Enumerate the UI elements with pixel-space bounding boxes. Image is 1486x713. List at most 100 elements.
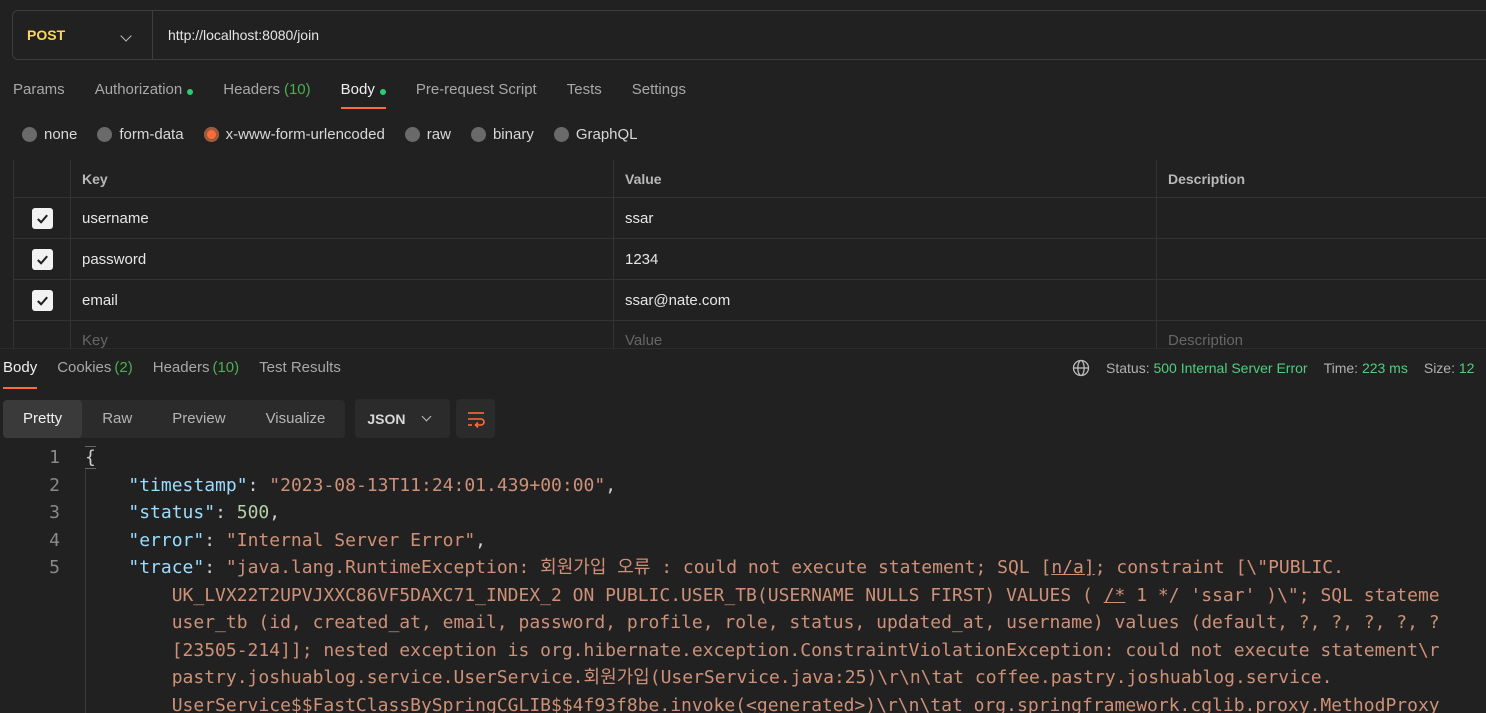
tab-body[interactable]: Body <box>340 78 387 109</box>
wrap-lines-button[interactable] <box>456 399 496 438</box>
radio-circle-icon <box>470 127 486 142</box>
code-line: 2 "timestamp": "2023-08-13T11:24:01.439+… <box>0 472 1486 500</box>
radio-raw[interactable]: raw <box>404 126 451 143</box>
tab-headers[interactable]: Headers (10) <box>223 78 310 109</box>
response-tab-cookies[interactable]: Cookies (2) <box>57 359 133 389</box>
tab-label: Cookies <box>57 359 112 376</box>
key-cell[interactable]: password <box>71 239 614 279</box>
tab-tests[interactable]: Tests <box>567 78 602 109</box>
json-string: ; constraint [\"PUBLIC. <box>1094 557 1344 578</box>
radio-circle-icon <box>404 127 420 142</box>
table-row: email ssar@nate.com <box>14 280 1486 321</box>
size-value[interactable]: 12 <box>1459 360 1475 376</box>
radio-label: binary <box>492 126 534 143</box>
line-number <box>0 637 60 665</box>
response-header-bar: Body Cookies (2) Headers (10) Test Results… <box>0 348 1486 389</box>
tab-label: Body <box>340 81 375 98</box>
value-cell[interactable]: 1234 <box>614 239 1157 279</box>
radio-graphql[interactable]: GraphQL <box>553 126 638 143</box>
value-cell[interactable]: ssar@nate.com <box>614 280 1157 320</box>
code-line: 5 "trace": "java.lang.RuntimeException: … <box>0 554 1486 582</box>
line-number <box>0 609 60 637</box>
code-line-wrapped: [23505-214]]; nested exception is org.hi… <box>0 637 1486 665</box>
json-string: "Internal Server Error" <box>225 529 476 551</box>
size-label: Size: <box>1423 360 1455 376</box>
code-line-wrapped: UK_LVX22T2UPVJXXC86VF5DAXC71_INDEX_2 ON … <box>0 582 1486 610</box>
tab-label: Settings <box>631 81 686 98</box>
tab-count: (10) <box>212 359 240 376</box>
check-icon <box>36 214 48 224</box>
request-url-bar: POST http://localhost:8080/join <box>12 10 1486 60</box>
view-visualize-button[interactable]: Visualize <box>246 400 346 438</box>
row-checkbox[interactable] <box>31 289 53 311</box>
value-cell[interactable]: ssar <box>614 198 1157 238</box>
status-value[interactable]: 500 Internal Server Error <box>1153 360 1307 376</box>
response-tab-headers[interactable]: Headers (10) <box>153 359 239 389</box>
radio-circle-icon <box>97 127 113 142</box>
tab-params[interactable]: Params <box>13 78 65 109</box>
response-tab-body[interactable]: Body <box>3 359 38 389</box>
response-tabs: Body Cookies (2) Headers (10) Test Results <box>3 359 361 389</box>
radio-x-www-form-urlencoded[interactable]: x-www-form-urlencoded <box>203 126 385 143</box>
description-cell[interactable] <box>1157 280 1486 320</box>
row-check-cell <box>14 239 71 279</box>
tab-authorization[interactable]: Authorization <box>95 78 194 109</box>
description-cell[interactable] <box>1157 239 1486 279</box>
check-icon <box>36 296 48 306</box>
radio-label: form-data <box>119 126 184 143</box>
tab-settings[interactable]: Settings <box>632 78 686 109</box>
value-placeholder[interactable]: Value <box>614 321 1157 349</box>
tab-pre-request-script[interactable]: Pre-request Script <box>416 78 537 109</box>
tab-label: Test Results <box>259 359 341 376</box>
json-number: 500 <box>236 502 270 523</box>
response-body-code[interactable]: 1{ 2 "timestamp": "2023-08-13T11:24:01.4… <box>0 444 1486 713</box>
row-checkbox[interactable] <box>31 207 53 229</box>
wrap-lines-icon <box>467 411 485 428</box>
radio-form-data[interactable]: form-data <box>97 126 184 143</box>
tab-label: Headers <box>152 359 210 376</box>
time-value[interactable]: 223 ms <box>1362 360 1408 376</box>
key-cell[interactable]: email <box>71 280 614 320</box>
json-string: user_tb (id, created_at, email, password… <box>171 612 1440 633</box>
url-input[interactable]: http://localhost:8080/join <box>168 27 319 43</box>
globe-icon[interactable] <box>1072 359 1090 377</box>
code-line-wrapped: UserService$$FastClassBySpringCGLIB$$4f9… <box>0 692 1486 713</box>
json-string: pastry.joshuablog.service.UserService.회원… <box>171 667 1333 688</box>
json-key: "status" <box>128 502 216 523</box>
status-label: Status: <box>1106 360 1150 376</box>
tab-label: Params <box>13 81 65 98</box>
view-pretty-button[interactable]: Pretty <box>3 399 83 438</box>
response-tab-test-results[interactable]: Test Results <box>259 359 341 389</box>
description-placeholder[interactable]: Description <box>1157 321 1486 349</box>
format-select[interactable]: JSON <box>355 399 451 438</box>
radio-label: raw <box>426 126 451 143</box>
tab-label: Headers <box>223 81 280 98</box>
radio-selected-icon <box>203 127 219 142</box>
json-string: "java.lang.RuntimeException: 회원가입 오류 : c… <box>225 557 1052 578</box>
tab-count: (10) <box>283 81 311 98</box>
radio-binary[interactable]: binary <box>470 126 534 143</box>
view-mode-segment: Pretty Raw Preview Visualize <box>3 399 346 438</box>
key-placeholder[interactable]: Key <box>71 321 614 349</box>
row-check-cell <box>14 280 71 320</box>
radio-none[interactable]: none <box>22 126 77 143</box>
line-number: 4 <box>49 529 60 551</box>
tab-label: Pre-request Script <box>415 81 537 98</box>
body-type-radios: none form-data x-www-form-urlencoded raw… <box>22 126 658 143</box>
description-cell[interactable] <box>1157 198 1486 238</box>
json-string: "2023-08-13T11:24:01.439+00:00" <box>269 474 606 496</box>
row-checkbox[interactable] <box>31 248 53 270</box>
line-number <box>0 664 60 692</box>
view-preview-button[interactable]: Preview <box>152 400 245 438</box>
new-row-placeholder: Key Value Description <box>14 321 1486 349</box>
key-cell[interactable]: username <box>71 198 614 238</box>
format-label: JSON <box>367 410 406 427</box>
request-tabs: Params Authorization Headers (10) Body Pr… <box>13 78 716 112</box>
view-raw-button[interactable]: Raw <box>82 400 152 438</box>
chevron-down-icon <box>120 30 132 42</box>
line-number: 2 <box>49 474 60 496</box>
status-dot-icon <box>379 89 386 95</box>
params-table: Key Value Description username ssar pass… <box>13 160 1486 349</box>
line-number: 3 <box>49 502 60 523</box>
method-select[interactable]: POST <box>13 11 153 59</box>
